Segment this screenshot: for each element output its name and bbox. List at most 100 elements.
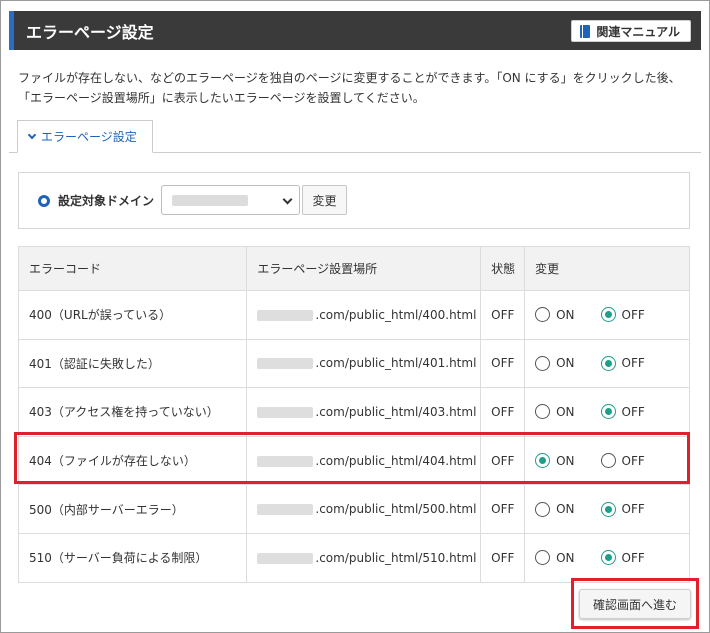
chevron-down-icon [282, 194, 293, 205]
radio-on[interactable] [535, 307, 551, 323]
table-row: 400（URLが誤っている） .com/public_html/400.html O… [17, 290, 690, 340]
radio-off[interactable] [600, 501, 616, 517]
table-row: 403（アクセス権を持っていない） .com/public_html/403.ht… [17, 387, 690, 437]
radio-option-off[interactable]: OFF [600, 307, 645, 323]
masked-domain [257, 406, 314, 418]
location-cell: .com/public_html/401.html [246, 338, 482, 389]
change-cell: ON OFF [524, 290, 690, 340]
description-line-2: 「エラーページ設置場所」に表示したいエラーページを設置してください。 [18, 91, 425, 105]
book-icon [580, 24, 591, 38]
radio-option-off[interactable]: OFF [600, 550, 645, 566]
radio-option-off[interactable]: OFF [600, 355, 645, 371]
location-path: .com/public_html/500.html [315, 502, 477, 517]
on-off-radio-group: ON OFF [535, 355, 689, 371]
on-off-radio-group: ON OFF [535, 550, 689, 566]
radio-off[interactable] [600, 355, 616, 371]
state-cell: OFF [480, 484, 526, 534]
error-code-cell: 401（認証に失敗した） [17, 338, 248, 389]
related-manual-label: 関連マニュアル [596, 24, 680, 39]
radio-label-on: ON [556, 404, 575, 419]
column-header-location: エラーページ設置場所 [246, 246, 482, 291]
location-cell: .com/public_html/403.html [246, 387, 482, 437]
location-path: .com/public_html/403.html [315, 404, 477, 419]
state-cell: OFF [480, 532, 526, 583]
error-code-cell: 403（アクセス権を持っていない） [17, 387, 248, 437]
radio-label-on: ON [556, 356, 575, 371]
error-code-cell: 510（サーバー負荷による制限） [17, 532, 248, 583]
table-row: 404（ファイルが存在しない） .com/public_html/404.html… [17, 435, 690, 486]
chevron-down-icon [27, 130, 37, 140]
tab-bar: エラーページ設定 [9, 120, 701, 153]
domain-selector-panel: 設定対象ドメイン 変更 [18, 172, 690, 229]
radio-label-off: OFF [621, 307, 645, 322]
radio-option-off[interactable]: OFF [600, 501, 645, 517]
radio-on[interactable] [535, 501, 551, 517]
error-page-table: エラーコード エラーページ設置場所 状態 変更 400（URLが誤っている） .c… [17, 246, 690, 583]
radio-label-off: OFF [621, 502, 645, 517]
description-line-1: ファイルが存在しない、などのエラーページを独自のページに変更することができます。… [18, 71, 681, 85]
radio-on[interactable] [535, 550, 551, 566]
masked-domain [257, 552, 314, 564]
masked-domain [257, 309, 314, 321]
on-off-radio-group: ON OFF [535, 453, 689, 469]
domain-label: 設定対象ドメイン [58, 194, 155, 208]
change-cell: ON OFF [524, 435, 690, 486]
error-code-cell: 500（内部サーバーエラー） [17, 484, 248, 534]
location-cell: .com/public_html/510.html [246, 532, 482, 583]
change-cell: ON OFF [524, 532, 690, 583]
confirm-button[interactable]: 確認画面へ進む [579, 589, 691, 619]
change-cell: ON OFF [524, 387, 690, 437]
column-header-state: 状態 [480, 246, 526, 291]
radio-on[interactable] [535, 355, 551, 371]
column-header-change: 変更 [524, 246, 690, 291]
error-code-cell: 400（URLが誤っている） [17, 290, 248, 340]
state-cell: OFF [480, 435, 526, 486]
radio-off[interactable] [600, 453, 616, 469]
radio-label-on: ON [556, 307, 575, 322]
radio-option-on[interactable]: ON [535, 501, 575, 517]
radio-label-off: OFF [621, 550, 645, 565]
table-row: 500（内部サーバーエラー） .com/public_html/500.html O… [17, 484, 690, 534]
location-path: .com/public_html/510.html [315, 550, 477, 565]
radio-option-on[interactable]: ON [535, 453, 575, 469]
related-manual-button[interactable]: 関連マニュアル [571, 20, 691, 42]
radio-label-on: ON [556, 550, 575, 565]
location-cell: .com/public_html/404.html [246, 435, 482, 486]
radio-option-on[interactable]: ON [535, 550, 575, 566]
domain-select[interactable] [161, 185, 300, 215]
radio-on[interactable] [535, 453, 551, 469]
page-title: エラーページ設定 [26, 23, 154, 42]
tab-error-page-settings[interactable]: エラーページ設定 [17, 120, 153, 153]
masked-domain [257, 504, 314, 516]
error-code-cell: 404（ファイルが存在しない） [17, 435, 248, 486]
page-frame: エラーページ設定 関連マニュアル ファイルが存在しない、などのエラーページを独自… [0, 0, 710, 633]
masked-domain [257, 455, 314, 467]
radio-off[interactable] [600, 404, 616, 420]
location-cell: .com/public_html/400.html [246, 290, 482, 340]
on-off-radio-group: ON OFF [535, 404, 689, 420]
location-path: .com/public_html/400.html [315, 307, 477, 322]
location-cell: .com/public_html/500.html [246, 484, 482, 534]
on-off-radio-group: ON OFF [535, 501, 689, 517]
radio-option-off[interactable]: OFF [600, 404, 645, 420]
tab-label: エラーページ設定 [41, 130, 137, 144]
radio-label-on: ON [556, 453, 575, 468]
radio-off[interactable] [600, 550, 616, 566]
radio-option-on[interactable]: ON [535, 355, 575, 371]
domain-change-button[interactable]: 変更 [302, 185, 347, 215]
on-off-radio-group: ON OFF [535, 307, 689, 323]
table-header-row: エラーコード エラーページ設置場所 状態 変更 [17, 246, 690, 291]
radio-option-off[interactable]: OFF [600, 453, 645, 469]
state-cell: OFF [480, 338, 526, 389]
radio-off[interactable] [600, 307, 616, 323]
domain-radio[interactable] [38, 195, 50, 207]
description: ファイルが存在しない、などのエラーページを独自のページに変更することができます。… [18, 68, 698, 108]
column-header-error-code: エラーコード [17, 246, 248, 291]
change-cell: ON OFF [524, 338, 690, 389]
radio-option-on[interactable]: ON [535, 307, 575, 323]
radio-label-off: OFF [621, 453, 645, 468]
radio-on[interactable] [535, 404, 551, 420]
state-cell: OFF [480, 290, 526, 340]
radio-option-on[interactable]: ON [535, 404, 575, 420]
table-row: 510（サーバー負荷による制限） .com/public_html/510.htm… [17, 532, 690, 583]
